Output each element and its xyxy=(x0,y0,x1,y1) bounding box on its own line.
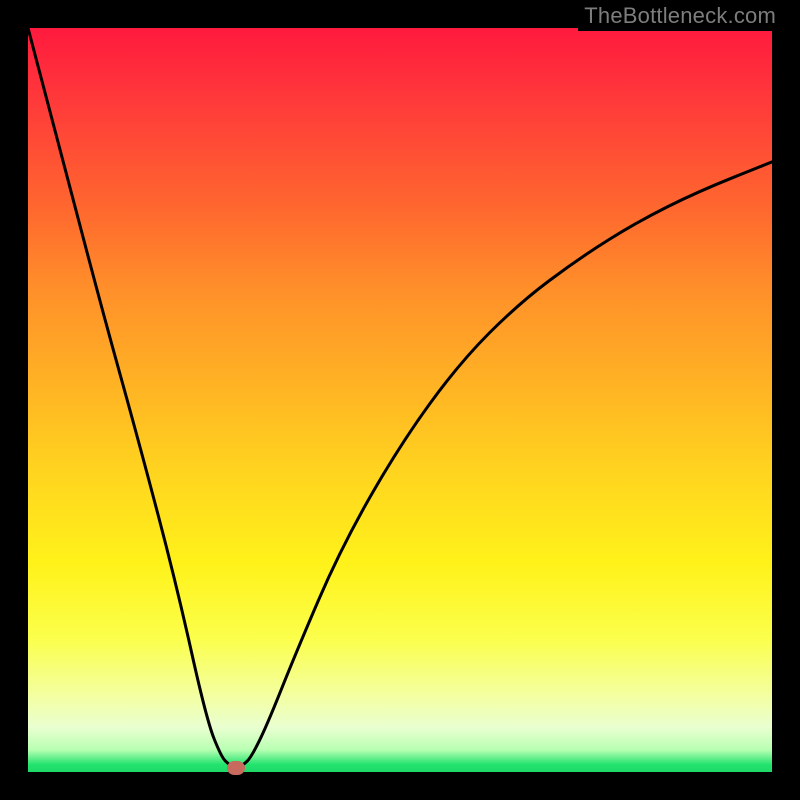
chart-frame: TheBottleneck.com xyxy=(0,0,800,800)
chart-plot-area xyxy=(28,28,772,772)
optimal-point-marker xyxy=(227,761,245,775)
watermark-label: TheBottleneck.com xyxy=(578,1,782,31)
curve-svg xyxy=(28,28,772,772)
curve-path xyxy=(28,28,772,767)
